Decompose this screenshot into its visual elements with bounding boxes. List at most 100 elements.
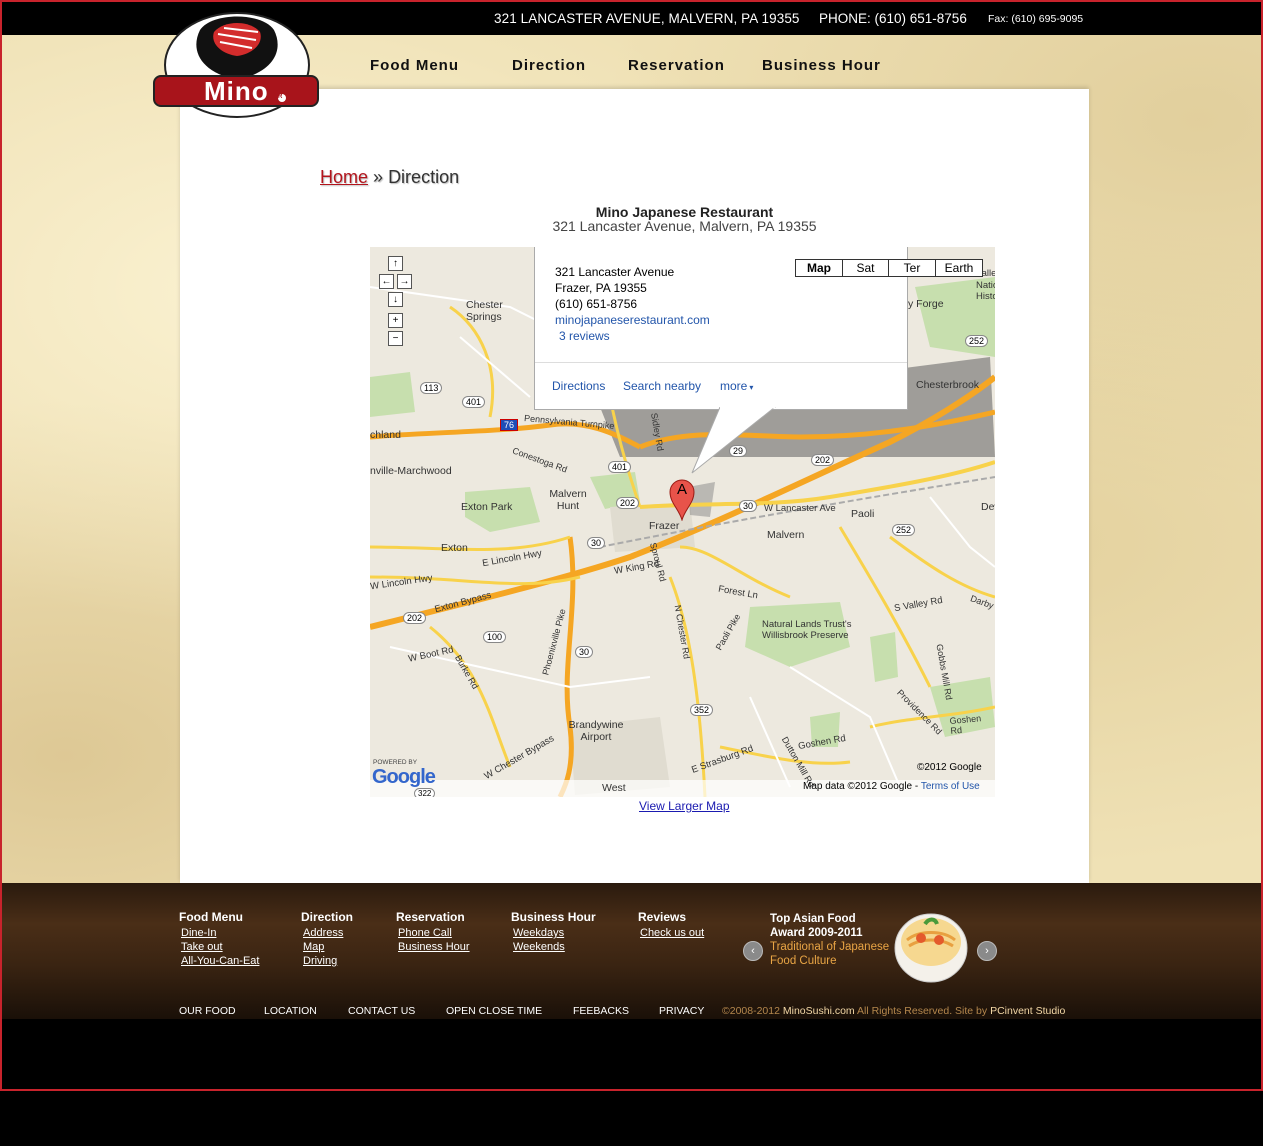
footer-link-dine-in[interactable]: Dine-In	[181, 927, 216, 939]
route-shield: 30	[575, 646, 594, 658]
footer-bottom-feebacks[interactable]: FEEBACKS	[573, 1005, 629, 1017]
header-phone[interactable]: PHONE: (610) 651-8756	[819, 11, 967, 26]
breadcrumb-current: Direction	[388, 167, 460, 187]
route-shield: 252	[965, 335, 989, 347]
route-shield: 352	[690, 704, 714, 716]
footer-link-all-you-can-eat[interactable]: All-You-Can-Eat	[181, 955, 259, 967]
infowindow-more-link[interactable]: more ▾	[720, 379, 753, 393]
footer-heading-food-menu: Food Menu	[179, 910, 243, 924]
nav-food-menu[interactable]: Food Menu	[370, 57, 459, 74]
map-label: West	[602, 782, 626, 794]
google-logo[interactable]: Google	[372, 766, 436, 789]
zoom-out-icon[interactable]: −	[388, 331, 403, 346]
infowindow-divider	[535, 362, 907, 363]
map-label: Paoli	[851, 508, 875, 520]
infowindow-city: Frazer, PA 19355	[555, 281, 647, 295]
map-type-earth-button[interactable]: Earth	[935, 259, 983, 277]
map-label: S Valley Rd	[893, 594, 944, 615]
map-attribution: Map data ©2012 Google - Terms of Use	[803, 781, 980, 792]
route-shield: 30	[739, 500, 758, 512]
map-label: Darby	[969, 593, 995, 611]
footer-link-weekdays[interactable]: Weekdays	[513, 927, 564, 939]
breadcrumb-home-link[interactable]: Home	[320, 167, 368, 187]
infowindow-reviews-link[interactable]: 3 reviews	[559, 329, 610, 343]
map-label: nville-Marchwood	[370, 465, 452, 477]
map-label: Exton	[441, 542, 468, 554]
route-shield: 30	[587, 537, 606, 549]
footer-link-check-us-out[interactable]: Check us out	[640, 927, 704, 939]
view-larger-map-link[interactable]: View Larger Map	[639, 799, 730, 813]
logo-text: Mino	[204, 76, 269, 106]
map-label: Dev	[981, 501, 995, 513]
map-type-ter-button[interactable]: Ter	[888, 259, 936, 277]
infowindow-website-link[interactable]: minojapaneserestaurant.com	[555, 313, 710, 327]
map-type-sat-button[interactable]: Sat	[842, 259, 889, 277]
map-label: Paoli Pike	[713, 612, 743, 652]
map-data-label: Map data ©2012 Google	[803, 781, 913, 792]
copyright-years: ©2008-2012	[722, 1005, 780, 1017]
content-panel: Home » Direction Mino Japanese Restauran…	[180, 89, 1089, 883]
nav-reservation[interactable]: Reservation	[628, 57, 725, 74]
map-marker-label: A	[676, 481, 687, 498]
footer-bottom-open-close-time[interactable]: OPEN CLOSE TIME	[446, 1005, 542, 1017]
route-shield: 100	[483, 631, 507, 643]
footer-link-take-out[interactable]: Take out	[181, 941, 223, 953]
restaurant-address: 321 Lancaster Avenue, Malvern, PA 19355	[552, 218, 817, 234]
nav-direction[interactable]: Direction	[512, 57, 586, 74]
noodle-bowl-image	[894, 913, 968, 983]
route-shield: 202	[616, 497, 640, 509]
footer-link-phone-call[interactable]: Phone Call	[398, 927, 452, 939]
map-label: Chester Springs	[466, 299, 503, 323]
nav-business-hour[interactable]: Business Hour	[762, 57, 881, 74]
award-title-line2: Award 2009-2011	[770, 927, 863, 939]
map-label: W Lincoln Hwy	[370, 572, 434, 593]
footer-heading-reservation: Reservation	[396, 910, 465, 924]
footer-link-driving[interactable]: Driving	[303, 955, 337, 967]
pan-down-icon[interactable]: ↓	[388, 292, 403, 307]
footer-bottom-privacy[interactable]: PRIVACY	[659, 1005, 704, 1017]
map-type-map-button[interactable]: Map	[795, 259, 843, 277]
footer-link-address[interactable]: Address	[303, 927, 343, 939]
map-label: N Chester Rd	[672, 604, 692, 660]
footer: Food Menu Dine-In Take out All-You-Can-E…	[2, 883, 1261, 1019]
map-label: E Lincoln Hwy	[481, 547, 543, 570]
map-label: W Boot Rd	[407, 644, 455, 665]
route-shield: 401	[462, 396, 486, 408]
map-label: Malvern Hunt	[549, 488, 587, 512]
map-label: W Chester Bypass	[482, 733, 557, 782]
route-shield: 113	[420, 382, 443, 394]
zoom-in-icon[interactable]: +	[388, 313, 403, 328]
award-title-line1: Top Asian Food	[770, 913, 856, 925]
map-label: Phoenixville Pike	[540, 607, 568, 677]
map-label: Sidley Rd	[648, 412, 666, 452]
route-shield: 202	[811, 454, 835, 466]
infowindow-street: 321 Lancaster Avenue	[555, 265, 675, 279]
carousel-next-icon[interactable]: ›	[977, 941, 997, 961]
google-map[interactable]: Chester Springs Chesterbrook y Forge Nat…	[370, 247, 995, 797]
terms-of-use-link[interactable]: Terms of Use	[921, 781, 980, 792]
pan-left-icon[interactable]: ←	[379, 274, 394, 289]
footer-link-business-hour[interactable]: Business Hour	[398, 941, 470, 953]
map-label: Burke Rd	[453, 653, 481, 691]
copyright-studio-link[interactable]: PCinvent Studio	[990, 1005, 1065, 1017]
powered-by-label: POWERED BY	[373, 759, 418, 766]
map-label: Conestoga Rd	[511, 445, 569, 475]
carousel-prev-icon[interactable]: ‹	[743, 941, 763, 961]
footer-bottom-location[interactable]: LOCATION	[264, 1005, 317, 1017]
footer-bottom-contact-us[interactable]: CONTACT US	[348, 1005, 415, 1017]
map-label: Chesterbrook	[916, 379, 980, 391]
map-label: Frazer	[649, 520, 680, 532]
footer-link-map[interactable]: Map	[303, 941, 324, 953]
map-label: y Forge	[908, 298, 944, 310]
footer-bottom-our-food[interactable]: OUR FOOD	[179, 1005, 236, 1017]
map-label: Malvern	[767, 529, 805, 541]
header-fax: Fax: (610) 695-9095	[988, 13, 1084, 25]
infowindow-search-nearby-link[interactable]: Search nearby	[623, 379, 701, 393]
footer-heading-business-hour: Business Hour	[511, 910, 596, 924]
pan-up-icon[interactable]: ↑	[388, 256, 403, 271]
route-shield: 401	[608, 461, 632, 473]
pan-right-icon[interactable]: →	[397, 274, 412, 289]
footer-link-weekends[interactable]: Weekends	[513, 941, 565, 953]
infowindow-directions-link[interactable]: Directions	[552, 379, 605, 393]
copyright-site-link[interactable]: MinoSushi.com	[783, 1005, 855, 1017]
